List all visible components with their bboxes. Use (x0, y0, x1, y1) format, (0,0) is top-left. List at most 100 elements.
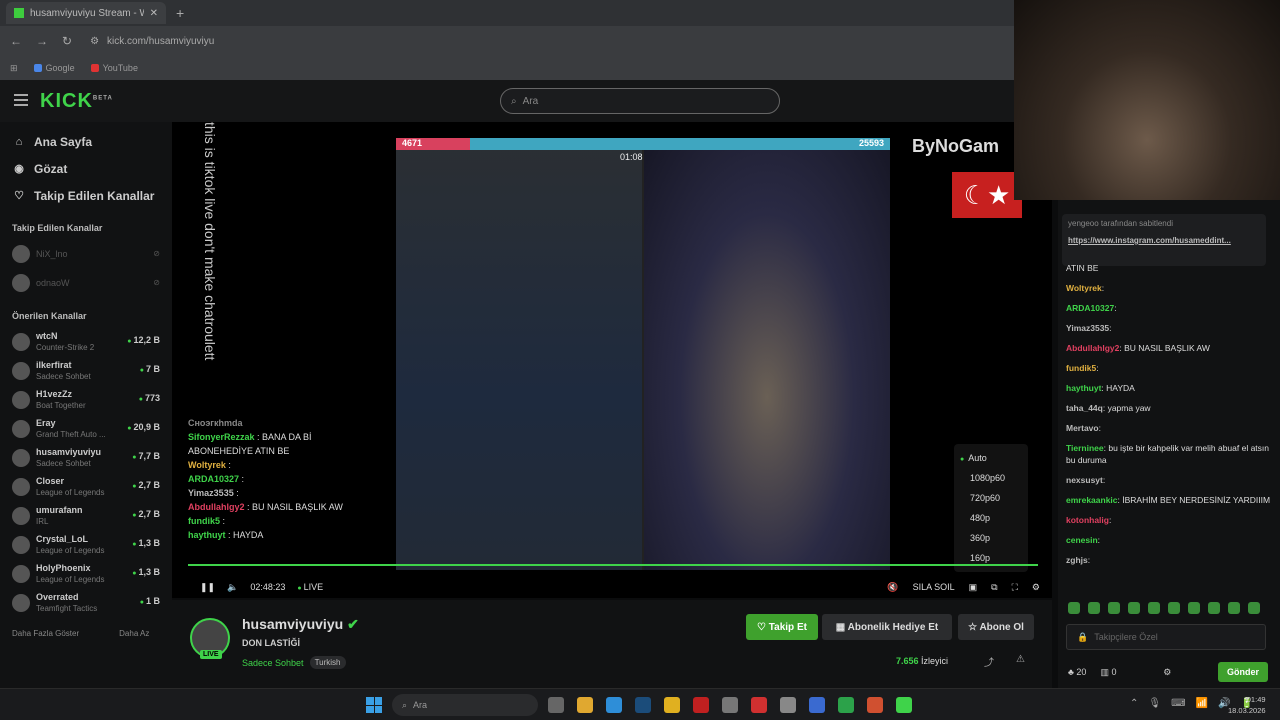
search-input[interactable]: ⌕ Ara (500, 88, 780, 114)
nav-following[interactable]: ♡ Takip Edilen Kanallar (12, 182, 172, 209)
recommended-channel[interactable]: Crystal_LoLLeague of Legends 1,3 B (12, 530, 172, 559)
site-info-icon[interactable]: ⚙ (90, 36, 99, 47)
emote-icon[interactable] (1108, 602, 1120, 614)
theater-mode-icon[interactable]: ▣ (969, 582, 978, 593)
quality-option[interactable]: 1080p60 (954, 468, 1028, 488)
chat-settings-icon[interactable]: ⚙ (1163, 666, 1171, 678)
language-tag[interactable]: Turkish (309, 656, 346, 669)
progress-bar[interactable] (188, 564, 1038, 566)
share-icon[interactable]: ⤴ (984, 654, 994, 669)
send-button[interactable]: Gönder (1217, 662, 1268, 682)
reload-icon[interactable]: ↻ (62, 34, 72, 48)
chat-username[interactable]: emrekaankic (1066, 495, 1118, 505)
calendar-icon[interactable] (809, 697, 825, 713)
video-player[interactable]: 4671 25593 01:08 ByNoGam ☾★ this is tikt… (172, 122, 1052, 598)
pip-icon[interactable]: ⧉ (991, 582, 997, 593)
chat-username[interactable]: Mertavo (1066, 423, 1099, 433)
followed-channel[interactable]: NiX_lno ⊘ (12, 239, 172, 268)
back-icon[interactable]: ← (10, 34, 22, 48)
emote-icon[interactable] (1148, 602, 1160, 614)
chat-username[interactable]: ARDA10327 (1066, 303, 1114, 313)
emote-icon[interactable] (1188, 602, 1200, 614)
recommended-channel[interactable]: CloserLeague of Legends 2,7 B (12, 472, 172, 501)
taskbar-search[interactable]: ⌕ Ara (392, 694, 538, 716)
pause-icon[interactable]: ❚❚ (200, 582, 215, 593)
forward-icon[interactable]: → (36, 34, 48, 48)
report-icon[interactable]: ⚠ (1016, 654, 1025, 665)
emote-icon[interactable] (1248, 602, 1260, 614)
kick-logo[interactable]: KICKBETA (40, 90, 113, 113)
chat-input[interactable]: 🔒 Takipçilere Özel (1066, 624, 1266, 650)
browser-tab[interactable]: husamviyuviyu Stream - W ✕ (6, 2, 166, 24)
app-gray-icon[interactable] (722, 697, 738, 713)
chat-username[interactable]: Woltyrek (1066, 283, 1102, 293)
chat-username[interactable]: Tierninee (1066, 443, 1104, 453)
volume-icon[interactable]: 🔈 (227, 582, 238, 593)
chat-username[interactable]: fundik5 (1066, 363, 1096, 373)
recommended-channel[interactable]: H1vezZzBoat Together 773 (12, 385, 172, 414)
emote-icon[interactable] (1128, 602, 1140, 614)
nav-browse[interactable]: ◉ Gözat (12, 155, 172, 182)
store-icon[interactable] (780, 697, 796, 713)
brave-icon[interactable] (867, 697, 883, 713)
quality-option[interactable]: Auto (954, 448, 1028, 468)
recommended-channel[interactable]: HolyPhoenixLeague of Legends 1,3 B (12, 559, 172, 588)
chat-username[interactable]: kotonhalig (1066, 515, 1109, 525)
emote-icon[interactable] (1068, 602, 1080, 614)
apps-icon[interactable]: ⊞ (10, 63, 18, 74)
follow-button[interactable]: ♡ Takip Et (746, 614, 818, 640)
close-tab-icon[interactable]: ✕ (150, 8, 158, 19)
chat-username[interactable]: nexsusyt (1066, 475, 1103, 485)
chat-username[interactable]: cenesin (1066, 535, 1098, 545)
quality-option[interactable]: 360p (954, 528, 1028, 548)
task-view-icon[interactable] (548, 697, 564, 713)
emote-icon[interactable] (1168, 602, 1180, 614)
quality-option[interactable]: 480p (954, 508, 1028, 528)
chat-username[interactable]: taha_44q (1066, 403, 1103, 413)
streamer-name[interactable]: husamviyuviyu (242, 616, 343, 632)
emote-icon[interactable] (1228, 602, 1240, 614)
recommended-channel[interactable]: ilkerfiratSadece Sohbet 7 B (12, 356, 172, 385)
nav-home[interactable]: ⌂ Ana Sayfa (12, 128, 172, 155)
app-red-icon[interactable] (693, 697, 709, 713)
show-more-link[interactable]: Daha Fazla Göster (12, 629, 79, 638)
mute-icon[interactable]: 🔇 (887, 582, 898, 593)
chat-username[interactable]: Abdullahlgy2 (1066, 343, 1119, 353)
edge-icon[interactable] (606, 697, 622, 713)
hamburger-menu-icon[interactable] (14, 94, 28, 106)
whatsapp-icon[interactable] (838, 697, 854, 713)
fullscreen-icon[interactable]: ⛶ (1012, 582, 1018, 593)
recommended-channel[interactable]: husamviyuviyuSadece Sohbet 7,7 B (12, 443, 172, 472)
recommended-channel[interactable]: OverratedTeamfight Tactics 1 B (12, 588, 172, 617)
quality-option[interactable]: 720p60 (954, 488, 1028, 508)
subscribe-button[interactable]: ☆ Abone Ol (958, 614, 1034, 640)
new-tab-icon[interactable]: + (172, 5, 188, 21)
steam-icon[interactable] (635, 697, 651, 713)
settings-icon[interactable]: ⚙ (1032, 582, 1040, 593)
live-indicator[interactable]: LIVE (297, 582, 324, 592)
chat-username[interactable]: zghjs (1066, 555, 1088, 565)
recommended-channel[interactable]: wtcNCounter-Strike 2 12,2 B (12, 327, 172, 356)
followed-channel[interactable]: odnaoW ⊘ (12, 268, 172, 297)
youtube-app-icon[interactable] (751, 697, 767, 713)
emote-icon[interactable] (1088, 602, 1100, 614)
gifts-count[interactable]: ▥ 0 (1100, 666, 1116, 678)
gift-sub-button[interactable]: ▦ Abonelik Hediye Et (822, 614, 952, 640)
kick-app-icon[interactable] (896, 697, 912, 713)
tray-chevron-icon[interactable]: ⌃ (1130, 698, 1138, 709)
chat-username[interactable]: haythuyt (1066, 383, 1101, 393)
pinned-link[interactable]: https://www.instagram.com/husameddint... (1068, 235, 1260, 247)
recommended-channel[interactable]: ErayGrand Theft Auto ... 20,9 B (12, 414, 172, 443)
file-explorer-icon[interactable] (577, 697, 593, 713)
windows-start-icon[interactable] (366, 697, 382, 713)
channel-points[interactable]: ♣ 20 (1068, 666, 1086, 678)
category-link[interactable]: Sadece Sohbet (242, 658, 304, 668)
bookmark-google[interactable]: Google (33, 63, 75, 73)
chrome-icon[interactable] (664, 697, 680, 713)
chat-username[interactable]: Yimaz3535 (1066, 323, 1109, 333)
microphone-icon[interactable]: 🎙 (1148, 698, 1161, 709)
recommended-channel[interactable]: umurafannIRL 2,7 B (12, 501, 172, 530)
url-field[interactable]: ⚙ kick.com/husamviyuviyu (90, 36, 214, 47)
network-icon[interactable]: 📶 (1196, 698, 1208, 709)
emote-icon[interactable] (1208, 602, 1220, 614)
